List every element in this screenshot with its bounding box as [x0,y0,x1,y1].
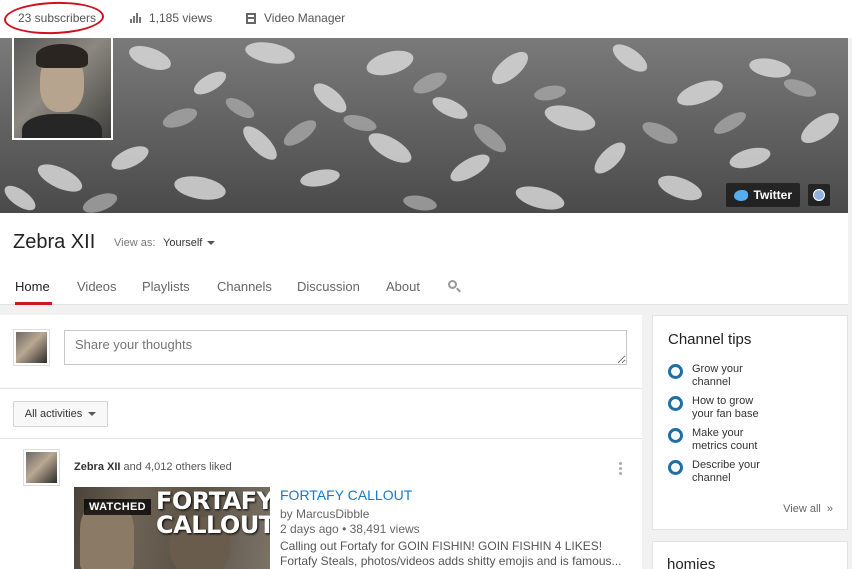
chevron-down-icon [88,412,97,416]
video-manager-label: Video Manager [264,11,346,25]
homies-section: homies [652,541,848,569]
watched-badge: WATCHED [84,499,151,515]
all-activities-label: All activities [24,408,83,420]
video-description: Calling out Fortafy for GOIN FISHIN! GOI… [280,539,622,568]
avatar [13,329,50,366]
tab-videos[interactable]: Videos [77,279,117,294]
view-all-link[interactable]: View all » [783,503,833,515]
channel-banner: Twitter [0,38,848,213]
tip-grow-fan-base[interactable]: How to grow your fan base [668,395,782,421]
view-count-label: 1,185 views [149,11,213,25]
channel-tips-title: Channel tips [668,331,752,348]
progress-circle-icon [668,428,683,443]
progress-circle-icon [668,396,683,411]
all-activities-dropdown[interactable]: All activities [13,401,108,427]
active-tab-indicator [15,302,52,305]
main-feed: All activities Zebra XII and 4,012 other… [0,315,642,569]
progress-circle-icon [668,460,683,475]
video-title-link[interactable]: FORTAFY CALLOUT [280,487,412,503]
double-chevron-right-icon: » [826,503,833,515]
progress-circle-icon [668,364,683,379]
video-age: 2 days ago [280,522,339,536]
more-options-icon[interactable] [619,462,623,475]
bar-chart-icon [130,13,141,23]
tab-home[interactable]: Home [15,279,50,294]
tab-about[interactable]: About [386,279,420,294]
video-manager-link[interactable]: Video Manager [246,11,345,25]
divider [0,438,642,439]
homies-title: homies [667,556,716,569]
divider [0,388,642,389]
tab-channels[interactable]: Channels [217,279,272,294]
view-as-label: View as: [114,237,156,249]
view-count[interactable]: 1,185 views [130,11,212,25]
tip-grow-channel[interactable]: Grow your channel [668,363,782,389]
channel-header: Zebra XII View as: Yourself Home Videos … [0,213,848,305]
subscriber-count-label: 23 subscribers [18,11,97,25]
subscriber-count[interactable]: 23 subscribers [18,11,96,25]
website-globe-icon[interactable] [808,184,830,206]
tip-describe-channel[interactable]: Describe your channel [668,459,782,485]
share-thoughts-input[interactable] [64,330,627,365]
video-uploader[interactable]: by MarcusDibble [280,507,369,521]
channel-avatar[interactable] [12,38,113,140]
feed-actor[interactable]: Zebra XII [74,461,120,473]
search-icon[interactable] [448,280,462,294]
view-as-value: Yourself [163,237,203,249]
twitter-icon [733,189,748,201]
twitter-label: Twitter [753,188,792,202]
view-as-dropdown[interactable]: Yourself [163,237,216,249]
twitter-link[interactable]: Twitter [725,183,800,207]
banner-leaves-image [0,38,848,213]
tab-discussion[interactable]: Discussion [297,279,360,294]
channel-stats-bar: 23 subscribers 1,185 views Video Manager [0,0,852,38]
tip-metrics-count[interactable]: Make your metrics count [668,427,782,453]
channel-tips-panel: Channel tips Grow your channel How to gro… [652,315,848,530]
channel-name: Zebra XII [13,231,96,253]
video-thumbnail[interactable]: WATCHED FORTAFY CALLOUT [74,487,270,569]
feed-avatar[interactable] [23,449,60,486]
video-manager-icon [246,12,256,24]
video-views: 38,491 views [349,522,420,536]
tab-playlists[interactable]: Playlists [142,279,190,294]
thumbnail-text: FORTAFY CALLOUT [156,487,270,539]
banner-links: Twitter [725,183,830,207]
feed-activity-line: Zebra XII and 4,012 others liked [74,461,232,473]
video-meta: 2 days ago • 38,491 views [280,522,420,536]
chevron-down-icon [207,241,216,245]
feed-action: and 4,012 others liked [123,461,232,473]
